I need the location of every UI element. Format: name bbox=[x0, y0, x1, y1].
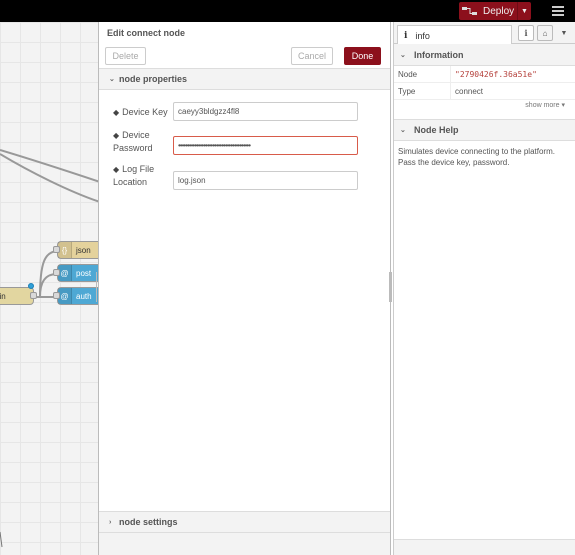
done-button[interactable]: Done bbox=[344, 47, 381, 65]
tag-icon: ◆ bbox=[113, 131, 120, 140]
log-file-label: ◆ Log File Location bbox=[113, 163, 171, 188]
sidebar-tabs: i info i ⌂ ▼ bbox=[394, 22, 575, 45]
deploy-dropdown-caret-icon[interactable]: ▼ bbox=[517, 2, 531, 20]
node-input-port[interactable] bbox=[53, 246, 60, 253]
info-toolbar-button[interactable]: i bbox=[518, 25, 534, 41]
device-password-input[interactable]: •••••••••••••••••••••••••••••••••••••••• bbox=[173, 136, 358, 155]
info-value: "2790426f.36a51e" bbox=[455, 69, 537, 79]
section-title: Node Help bbox=[414, 125, 459, 135]
tray-footer bbox=[99, 533, 390, 555]
sidebar-footer bbox=[394, 539, 575, 555]
json-node-icon: {} bbox=[58, 242, 72, 258]
node-changed-indicator bbox=[28, 283, 34, 289]
section-title: Information bbox=[414, 49, 464, 60]
hamburger-icon-bar bbox=[552, 14, 564, 16]
section-title: node properties bbox=[119, 74, 188, 84]
node-output-port[interactable] bbox=[30, 292, 37, 299]
table-row: Type connect bbox=[394, 82, 575, 100]
hamburger-icon-bar bbox=[552, 6, 564, 8]
node-input-port[interactable] bbox=[53, 292, 60, 299]
info-icon: i bbox=[524, 28, 528, 38]
tab-info[interactable]: i info bbox=[397, 25, 512, 45]
flow-node-post[interactable]: @ post bbox=[57, 264, 98, 282]
deploy-label: Deploy bbox=[483, 5, 515, 17]
at-node-icon: @ bbox=[58, 265, 72, 281]
node-help-section-toggle[interactable]: ⌄ Node Help bbox=[394, 119, 575, 141]
chevron-right-icon: › bbox=[109, 518, 112, 526]
log-file-input[interactable]: log.json bbox=[173, 171, 358, 190]
flow-node-json[interactable]: {} json bbox=[57, 241, 98, 259]
show-more-link[interactable]: show more ▾ bbox=[525, 101, 565, 109]
info-table: Node "2790426f.36a51e" Type connect bbox=[394, 65, 575, 100]
section-title: node settings bbox=[119, 517, 178, 527]
at-node-icon: @ bbox=[58, 288, 72, 304]
flow-node-auth[interactable]: @ auth bbox=[57, 287, 98, 305]
top-header: Deploy ▼ bbox=[0, 0, 575, 22]
sidebar-resize-handle[interactable] bbox=[389, 272, 392, 302]
info-key: Node bbox=[394, 65, 451, 83]
device-password-label: ◆ Device Password bbox=[113, 129, 171, 154]
info-value: connect bbox=[455, 86, 484, 96]
deploy-button[interactable]: Deploy ▼ bbox=[459, 2, 531, 20]
chevron-down-icon: ⌄ bbox=[109, 76, 115, 83]
node-input-port[interactable] bbox=[53, 269, 60, 276]
info-sidebar: i info i ⌂ ▼ ⌄ Information Node "2790426… bbox=[393, 22, 575, 555]
edit-node-tray: Edit connect node Delete Cancel Done ⌄ n… bbox=[98, 22, 391, 555]
node-label: auth bbox=[76, 291, 92, 301]
context-toolbar-button[interactable]: ⌂ bbox=[537, 25, 553, 41]
info-key: Type bbox=[394, 82, 451, 100]
chevron-down-icon: ⌄ bbox=[400, 127, 406, 134]
flow-node-join[interactable]: oin bbox=[0, 287, 34, 305]
tag-icon: ◆ bbox=[113, 108, 120, 117]
node-label: json bbox=[76, 245, 91, 255]
tab-label: info bbox=[415, 30, 430, 41]
flow-workspace[interactable]: {} json @ post @ auth oin bbox=[0, 22, 98, 555]
info-icon: i bbox=[404, 30, 408, 41]
sidebar-menu-caret-icon[interactable]: ▼ bbox=[556, 25, 572, 41]
tray-title: Edit connect node bbox=[107, 28, 186, 38]
device-key-input[interactable]: caeyy3bldgzz4fl8 bbox=[173, 102, 358, 121]
node-label: post bbox=[76, 268, 92, 278]
label-text: Log File Location bbox=[113, 164, 155, 187]
information-section-toggle[interactable]: ⌄ Information bbox=[394, 44, 575, 66]
deploy-icon bbox=[459, 6, 481, 16]
main-menu-button[interactable] bbox=[546, 2, 570, 20]
chevron-down-icon: ⌄ bbox=[400, 51, 406, 59]
tray-toolbar: Delete Cancel Done bbox=[99, 44, 390, 68]
node-label: oin bbox=[0, 291, 6, 301]
bank-icon: ⌂ bbox=[542, 28, 548, 38]
tag-icon: ◆ bbox=[113, 165, 120, 174]
label-text: Device Key bbox=[122, 107, 168, 117]
cancel-button[interactable]: Cancel bbox=[291, 47, 333, 65]
device-key-label: ◆ Device Key bbox=[113, 106, 171, 119]
hamburger-icon-bar bbox=[552, 10, 564, 12]
help-text: Simulates device connecting to the platf… bbox=[398, 147, 555, 167]
table-row: Node "2790426f.36a51e" bbox=[394, 65, 575, 83]
node-properties-section-toggle[interactable]: ⌄ node properties bbox=[99, 68, 390, 90]
delete-button[interactable]: Delete bbox=[105, 47, 146, 65]
node-settings-section-toggle[interactable]: › node settings bbox=[99, 511, 390, 533]
